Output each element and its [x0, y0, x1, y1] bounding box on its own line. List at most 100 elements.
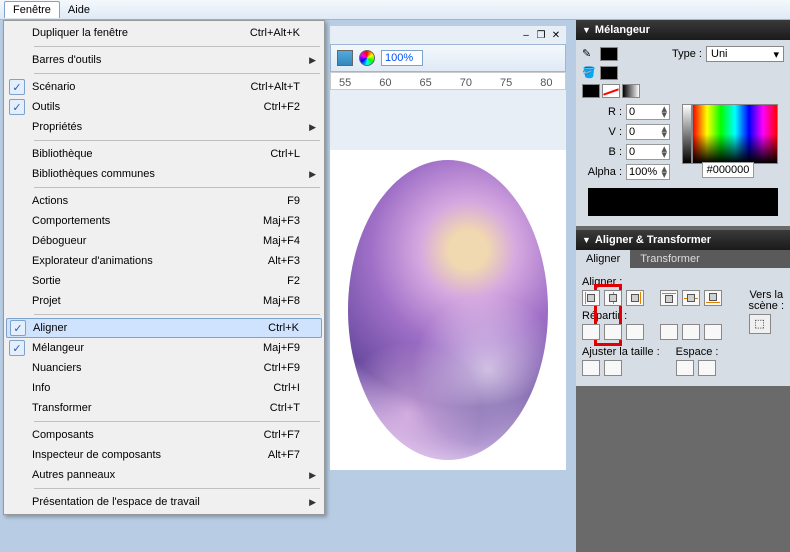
menu-bibliotheque[interactable]: BibliothèqueCtrl+L — [6, 144, 322, 164]
artwork-image — [348, 160, 548, 460]
menu-outils[interactable]: ✓OutilsCtrl+F2 — [6, 97, 322, 117]
space-horizontal-icon[interactable] — [698, 360, 716, 376]
alpha-label: Alpha : — [582, 166, 622, 178]
align-panel-header[interactable]: ▼Aligner & Transformer — [576, 230, 790, 250]
space-vertical-icon[interactable] — [676, 360, 694, 376]
to-stage-button[interactable]: ⬚ — [749, 314, 771, 334]
collapse-triangle-icon: ▼ — [582, 25, 591, 35]
stage-icon: ⬚ — [754, 319, 764, 330]
palette-icon[interactable] — [359, 50, 375, 66]
color-preview — [588, 188, 778, 216]
menu-explorateur-animations[interactable]: Explorateur d'animationsAlt+F3 — [6, 251, 322, 271]
submenu-arrow-icon: ▶ — [309, 169, 316, 180]
panel-column: ▼Mélangeur ✎ Type : Uni▾ 🪣 R : 0▴▾ — [576, 20, 790, 552]
space-label: Espace : — [676, 346, 719, 358]
pencil-icon[interactable]: ✎ — [582, 47, 596, 61]
zoom-field[interactable]: 100% — [381, 50, 423, 66]
v-field[interactable]: 0▴▾ — [626, 124, 670, 140]
color-spectrum[interactable] — [692, 104, 778, 164]
align-transform-panel: ▼Aligner & Transformer Aligner Transform… — [576, 230, 790, 386]
menu-presentation-espace[interactable]: Présentation de l'espace de travail▶ — [6, 492, 322, 512]
menu-nuanciers[interactable]: NuanciersCtrl+F9 — [6, 358, 322, 378]
document-window: – ❐ ✕ 100% 556065707580859095 — [330, 26, 566, 470]
menu-projet[interactable]: ProjetMaj+F8 — [6, 291, 322, 311]
mixer-panel: ▼Mélangeur ✎ Type : Uni▾ 🪣 R : 0▴▾ — [576, 20, 790, 226]
type-select[interactable]: Uni▾ — [706, 46, 784, 62]
b-field[interactable]: 0▴▾ — [626, 144, 670, 160]
tab-aligner[interactable]: Aligner — [576, 250, 630, 268]
distribute-hcenter-icon[interactable] — [682, 324, 700, 340]
submenu-arrow-icon: ▶ — [309, 497, 316, 508]
black-swatch-icon[interactable] — [582, 84, 600, 98]
match-size-label: Ajuster la taille : — [582, 346, 660, 358]
fill-swatch[interactable] — [600, 66, 618, 80]
submenu-arrow-icon: ▶ — [309, 470, 316, 481]
menu-scenario[interactable]: ✓ScénarioCtrl+Alt+T — [6, 77, 322, 97]
menu-actions[interactable]: ActionsF9 — [6, 191, 322, 211]
minimize-icon[interactable]: – — [520, 29, 532, 41]
menu-debogueur[interactable]: DébogueurMaj+F4 — [6, 231, 322, 251]
distribute-right-icon[interactable] — [704, 324, 722, 340]
document-titlebar: – ❐ ✕ — [330, 26, 566, 44]
menubar: Fenêtre Aide — [0, 0, 790, 20]
menu-aligner[interactable]: ✓AlignerCtrl+K — [6, 318, 322, 338]
clapper-icon[interactable] — [337, 50, 353, 66]
distribute-left-icon[interactable] — [660, 324, 678, 340]
b-label: B : — [582, 146, 622, 158]
collapse-triangle-icon: ▼ — [582, 235, 591, 245]
fenetre-dropdown: Dupliquer la fenêtreCtrl+Alt+K Barres d'… — [3, 20, 325, 515]
no-color-icon[interactable] — [602, 84, 620, 98]
menu-bibliotheques-communes[interactable]: Bibliothèques communes▶ — [6, 164, 322, 184]
distribute-top-icon[interactable] — [582, 324, 600, 340]
menu-sortie[interactable]: SortieF2 — [6, 271, 322, 291]
swap-colors-icon[interactable] — [622, 84, 640, 98]
tab-transformer[interactable]: Transformer — [630, 250, 710, 268]
align-bottom-icon[interactable] — [704, 290, 722, 306]
menu-barres-outils[interactable]: Barres d'outils▶ — [6, 50, 322, 70]
menu-dupliquer-fenetre[interactable]: Dupliquer la fenêtreCtrl+Alt+K — [6, 23, 322, 43]
menu-comportements[interactable]: ComportementsMaj+F3 — [6, 211, 322, 231]
menu-fenetre[interactable]: Fenêtre — [4, 1, 60, 18]
submenu-arrow-icon: ▶ — [309, 122, 316, 133]
distribute-vcenter-icon[interactable] — [604, 324, 622, 340]
menu-composants[interactable]: ComposantsCtrl+F7 — [6, 425, 322, 445]
hex-field[interactable]: #000000 — [702, 162, 755, 178]
match-width-icon[interactable] — [582, 360, 600, 376]
check-icon: ✓ — [9, 99, 25, 115]
r-label: R : — [582, 106, 622, 118]
align-left-icon[interactable] — [582, 290, 600, 306]
brightness-slider[interactable] — [682, 104, 692, 164]
timeline-ruler[interactable]: 556065707580859095 — [330, 72, 566, 90]
menu-info[interactable]: InfoCtrl+I — [6, 378, 322, 398]
close-icon[interactable]: ✕ — [550, 29, 562, 41]
align-top-icon[interactable] — [660, 290, 678, 306]
menu-autres-panneaux[interactable]: Autres panneaux▶ — [6, 465, 322, 485]
stage-canvas[interactable] — [330, 150, 566, 470]
bucket-icon[interactable]: 🪣 — [582, 66, 596, 80]
document-toolbar: 100% — [330, 44, 566, 72]
chevron-down-icon: ▾ — [773, 48, 779, 61]
menu-melangeur[interactable]: ✓MélangeurMaj+F9 — [6, 338, 322, 358]
type-label: Type : — [672, 48, 702, 60]
menu-inspecteur-composants[interactable]: Inspecteur de composantsAlt+F7 — [6, 445, 322, 465]
match-height-icon[interactable] — [604, 360, 622, 376]
stroke-swatch[interactable] — [600, 47, 618, 61]
align-hcenter-icon[interactable] — [604, 290, 622, 306]
r-field[interactable]: 0▴▾ — [626, 104, 670, 120]
align-section-label: Aligner : — [582, 276, 784, 288]
check-icon: ✓ — [9, 340, 25, 356]
submenu-arrow-icon: ▶ — [309, 55, 316, 66]
check-icon: ✓ — [10, 320, 26, 336]
align-right-icon[interactable] — [626, 290, 644, 306]
mixer-panel-header[interactable]: ▼Mélangeur — [576, 20, 790, 40]
check-icon: ✓ — [9, 79, 25, 95]
menu-proprietes[interactable]: Propriétés▶ — [6, 117, 322, 137]
align-vcenter-icon[interactable] — [682, 290, 700, 306]
alpha-field[interactable]: 100%▴▾ — [626, 164, 670, 180]
restore-icon[interactable]: ❐ — [535, 29, 547, 41]
menu-transformer[interactable]: TransformerCtrl+T — [6, 398, 322, 418]
menu-aide[interactable]: Aide — [60, 2, 98, 18]
distribute-bottom-icon[interactable] — [626, 324, 644, 340]
v-label: V : — [582, 126, 622, 138]
workspace: – ❐ ✕ 100% 556065707580859095 — [326, 22, 570, 552]
